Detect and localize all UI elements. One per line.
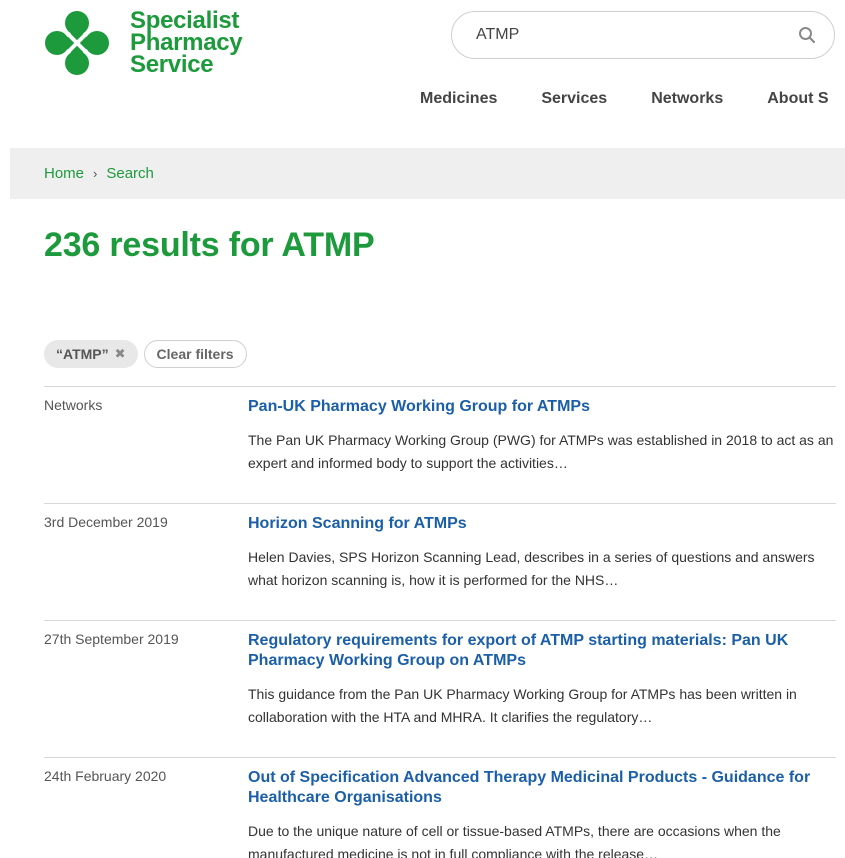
result-meta: 24th February 2020 <box>44 768 167 784</box>
logo-clover-icon <box>45 11 109 75</box>
result-body: Out of Specification Advanced Therapy Me… <box>248 768 836 858</box>
result-item: 27th September 2019 Regulatory requireme… <box>44 620 836 757</box>
breadcrumb-separator: › <box>93 166 98 181</box>
result-title-link[interactable]: Out of Specification Advanced Therapy Me… <box>248 768 836 808</box>
main-nav: Medicines Services Networks About S <box>420 90 845 108</box>
result-body: Horizon Scanning for ATMPs Helen Davies,… <box>248 514 836 620</box>
result-item: 24th February 2020 Out of Specification … <box>44 757 836 858</box>
results-list: Networks Pan-UK Pharmacy Working Group f… <box>44 386 836 858</box>
clear-filters-button[interactable]: Clear filters <box>143 340 247 368</box>
breadcrumb-home-link[interactable]: Home <box>44 165 84 182</box>
breadcrumb-search-link[interactable]: Search <box>106 165 154 182</box>
remove-filter-icon[interactable]: ✖ <box>115 346 126 362</box>
nav-medicines[interactable]: Medicines <box>420 90 497 108</box>
result-description: Helen Davies, SPS Horizon Scanning Lead,… <box>248 549 815 588</box>
search-input[interactable] <box>474 25 778 45</box>
nav-networks[interactable]: Networks <box>651 90 723 108</box>
active-filter-label: “ATMP” <box>56 346 109 362</box>
result-description: This guidance from the Pan UK Pharmacy W… <box>248 686 797 725</box>
filter-bar: “ATMP” ✖ Clear filters <box>44 340 247 368</box>
page-title: 236 results for ATMP <box>44 226 375 264</box>
breadcrumb: Home › Search <box>10 148 845 199</box>
brand-name: Specialist Pharmacy Service <box>130 9 243 78</box>
result-title-link[interactable]: Horizon Scanning for ATMPs <box>248 514 836 534</box>
result-item: 3rd December 2019 Horizon Scanning for A… <box>44 503 836 620</box>
page: Specialist Pharmacy Service Medicines Se… <box>0 0 845 858</box>
result-description: Due to the unique nature of cell or tiss… <box>248 823 781 858</box>
result-body: Regulatory requirements for export of AT… <box>248 631 836 757</box>
search-box <box>451 11 835 59</box>
search-icon[interactable] <box>798 26 816 44</box>
result-title-link[interactable]: Regulatory requirements for export of AT… <box>248 631 836 671</box>
active-filter-chip[interactable]: “ATMP” ✖ <box>44 340 138 368</box>
result-meta: 3rd December 2019 <box>44 514 168 530</box>
result-item: Networks Pan-UK Pharmacy Working Group f… <box>44 386 836 503</box>
result-body: Pan-UK Pharmacy Working Group for ATMPs … <box>248 397 836 503</box>
site-logo[interactable]: Specialist Pharmacy Service <box>44 9 243 78</box>
result-meta: Networks <box>44 397 103 413</box>
result-description: The Pan UK Pharmacy Working Group (PWG) … <box>248 432 834 471</box>
nav-about[interactable]: About S <box>767 90 828 108</box>
brand-line-3: Service <box>130 51 214 78</box>
result-meta: 27th September 2019 <box>44 631 179 647</box>
result-title-link[interactable]: Pan-UK Pharmacy Working Group for ATMPs <box>248 397 836 417</box>
nav-services[interactable]: Services <box>541 90 607 108</box>
